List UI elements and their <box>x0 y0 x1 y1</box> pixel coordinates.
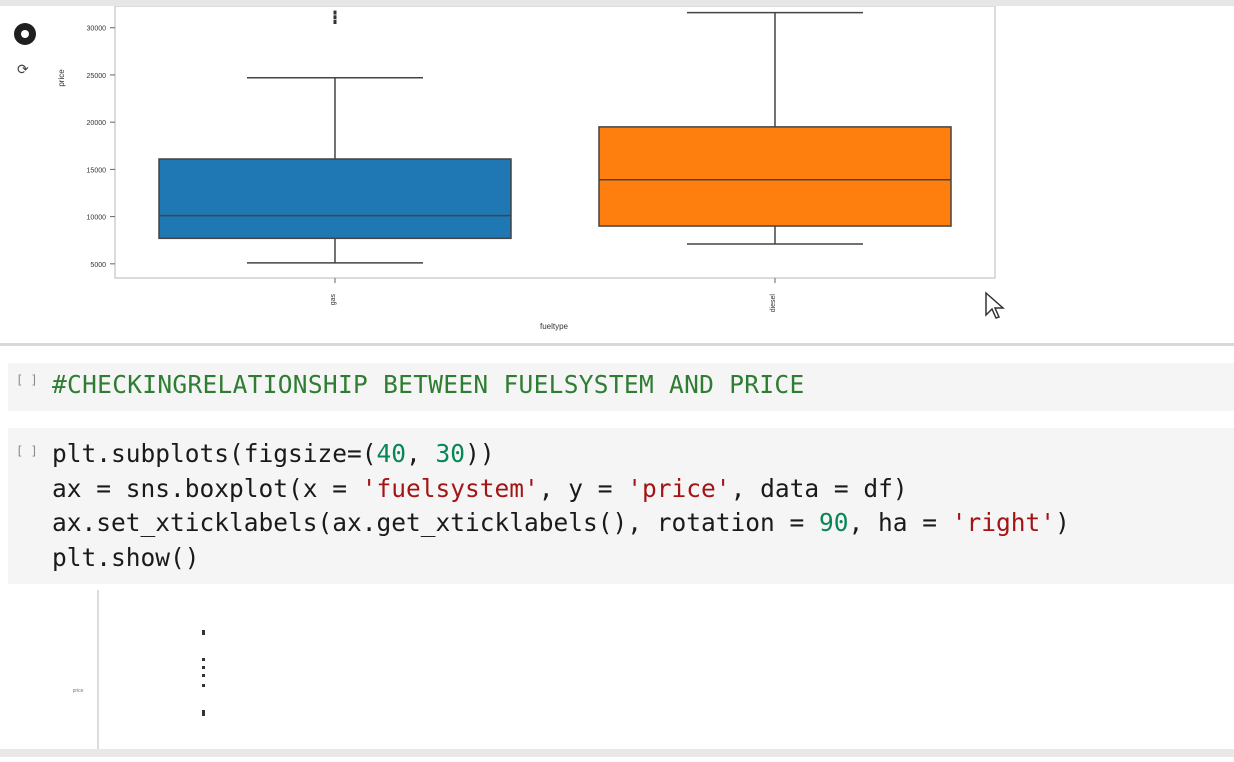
outlier-points <box>202 630 205 716</box>
box-body <box>598 126 952 227</box>
output-cell-fuelsystem-plot: price <box>0 586 1234 757</box>
markdown-cell[interactable]: [ ] #CHECKINGRELATIONSHIP BETWEEN FUELSY… <box>8 363 1234 411</box>
outlier-point <box>333 10 337 15</box>
output-cell-boxplot: ⟳ 5000 10000 15000 20000 25000 30000 price ga… <box>0 0 1234 346</box>
mouse-cursor-icon <box>985 291 1005 319</box>
y-axis-label-bottom: price <box>73 688 84 694</box>
box-body <box>158 158 512 240</box>
boxplot-chart: 5000 10000 15000 20000 25000 30000 price gas d… <box>57 6 996 331</box>
x-tick-label: gas <box>330 294 337 306</box>
y-tick-label: 25000 <box>87 73 107 80</box>
cell-run-brackets[interactable]: [ ] <box>16 373 38 387</box>
y-axis: 5000 10000 15000 20000 25000 30000 <box>87 26 115 269</box>
y-tick-label: 15000 <box>87 167 107 174</box>
code-line-4: plt.show() <box>52 542 200 572</box>
cell-run-brackets[interactable]: [ ] <box>16 444 38 458</box>
y-tick-label: 5000 <box>90 262 106 269</box>
code-line-3: ax.set_xticklabels(ax.get_xticklabels(),… <box>52 508 1070 537</box>
x-axis-label: fueltype <box>540 322 569 331</box>
outlier-point <box>333 15 337 20</box>
code-line-2: ax = sns.boxplot(x = 'fuelsystem', y = '… <box>52 473 908 503</box>
x-axis: gas diesel <box>330 278 777 312</box>
y-tick-label: 30000 <box>87 26 107 33</box>
code-line-1: plt.subplots(figsize=(40, 30)) <box>52 439 495 468</box>
y-axis-label: price <box>57 69 66 87</box>
y-tick-label: 20000 <box>87 120 107 127</box>
scrollbar-track[interactable] <box>0 749 1234 757</box>
y-tick-label: 10000 <box>87 215 107 222</box>
outlier-point <box>333 20 337 24</box>
code-editor[interactable]: plt.subplots(figsize=(40, 30)) ax = sns.… <box>52 437 1070 575</box>
markdown-comment[interactable]: #CHECKINGRELATIONSHIP BETWEEN FUELSYSTEM… <box>52 368 805 403</box>
fuelsystem-plot-partial: price <box>73 590 205 751</box>
code-cell[interactable]: [ ] plt.subplots(figsize=(40, 30)) ax = … <box>8 428 1234 584</box>
x-tick-label: diesel <box>770 294 777 313</box>
